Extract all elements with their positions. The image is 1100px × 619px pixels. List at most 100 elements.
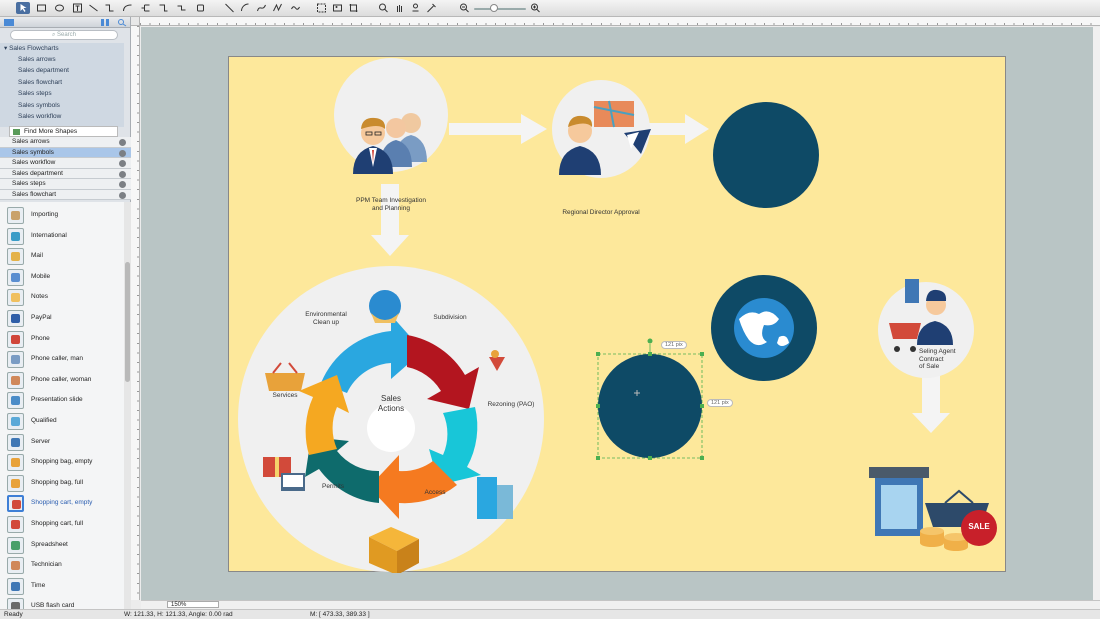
grid-view-icon[interactable]: [99, 18, 111, 27]
hand-tool-icon[interactable]: [392, 2, 406, 14]
close-library-icon[interactable]: [119, 149, 126, 157]
zoom-tool-icon[interactable]: [376, 2, 390, 14]
tree-item[interactable]: Sales symbols: [0, 100, 124, 111]
bezier-tool-icon[interactable]: [254, 2, 268, 14]
close-library-icon[interactable]: [119, 160, 126, 167]
tree-item[interactable]: Sales workflow: [0, 111, 124, 122]
shape-item[interactable]: Shopping bag, empty: [0, 452, 124, 473]
canvas-horizontal-scrollbar[interactable]: [141, 600, 1100, 609]
tree-category-sales-flowcharts[interactable]: ▾ Sales Flowcharts: [0, 43, 124, 54]
eyedropper-tool-icon[interactable]: [424, 2, 438, 14]
shape-thumbnail-icon: [7, 330, 24, 348]
chain-connector-tool-icon[interactable]: [174, 2, 188, 14]
shape-thumbnail-icon: [7, 454, 24, 472]
library-sales-arrows[interactable]: Sales arrows: [0, 137, 131, 148]
shape-label: Mail: [31, 252, 43, 260]
ppm-label-line2: and Planning: [372, 204, 410, 212]
search-placeholder: Search: [57, 32, 77, 38]
close-library-icon[interactable]: [119, 181, 126, 188]
shape-item[interactable]: Phone caller, man: [0, 349, 124, 370]
shape-thumbnail-icon: [7, 536, 24, 554]
shape-item[interactable]: Shopping bag, full: [0, 473, 124, 494]
arc-tool-icon[interactable]: [238, 2, 252, 14]
zoom-out-icon[interactable]: [457, 2, 471, 14]
fit-page-icon[interactable]: [314, 2, 328, 14]
shape-item[interactable]: Shopping cart, empty: [0, 493, 124, 514]
shape-item[interactable]: Phone: [0, 329, 124, 350]
tree-item[interactable]: Sales department: [0, 65, 124, 76]
shape-item[interactable]: Qualified: [0, 411, 124, 432]
tree-item[interactable]: Sales flowchart: [0, 77, 124, 88]
crop-icon[interactable]: [346, 2, 360, 14]
find-more-shapes-button[interactable]: Find More Shapes: [9, 126, 118, 137]
shape-item[interactable]: Mobile: [0, 267, 124, 288]
select-tool-icon[interactable]: [16, 2, 30, 14]
close-library-icon[interactable]: [119, 170, 126, 178]
scrollbar-thumb[interactable]: [125, 262, 130, 382]
library-sales-workflow[interactable]: Sales workflow: [0, 158, 131, 169]
ppm-team-label: PPM Team Investigation and Planning: [341, 197, 441, 212]
canvas-vertical-scrollbar[interactable]: [1093, 27, 1100, 600]
freehand-tool-icon[interactable]: [288, 2, 302, 14]
zoom-slider-track[interactable]: [474, 8, 526, 10]
shape-item[interactable]: Technician: [0, 555, 124, 576]
rectangle-tool-icon[interactable]: [34, 2, 48, 14]
shape-item[interactable]: Mail: [0, 246, 124, 267]
shape-item[interactable]: PayPal: [0, 308, 124, 329]
shape-thumbnail-icon: [7, 557, 24, 575]
arrow-right-1: [449, 114, 547, 144]
shape-label: International: [31, 231, 67, 239]
stamp-tool-icon[interactable]: [408, 2, 422, 14]
diagram-page[interactable]: PPM Team Investigation and Planning Regio…: [228, 56, 1006, 573]
zoom-level-field[interactable]: 150%: [167, 601, 219, 608]
environmental-line2: Clean up: [312, 318, 340, 326]
zoom-slider-knob[interactable]: [490, 4, 498, 12]
shape-label: Technician: [31, 561, 62, 569]
shape-thumbnail-icon: [7, 413, 24, 430]
library-sales-symbols[interactable]: Sales symbols: [0, 147, 131, 158]
shape-item[interactable]: Spreadsheet: [0, 535, 124, 556]
library-label: Sales workflow: [12, 159, 56, 166]
shape-item[interactable]: Time: [0, 576, 124, 597]
shape-item[interactable]: Notes: [0, 287, 124, 308]
line-tool-icon[interactable]: [222, 2, 236, 14]
sales-actions-line2: Actions: [377, 404, 405, 413]
search-toggle-icon[interactable]: [116, 18, 128, 27]
text-tool-icon[interactable]: [70, 2, 84, 14]
image-icon[interactable]: [330, 2, 344, 14]
shape-item[interactable]: Presentation slide: [0, 390, 124, 411]
library-sales-department[interactable]: Sales department: [0, 168, 131, 179]
drawing-canvas[interactable]: PPM Team Investigation and Planning Regio…: [141, 27, 1093, 600]
side-connector-tool-icon[interactable]: [156, 2, 170, 14]
shape-thumbnail-icon: [7, 248, 24, 266]
shape-item[interactable]: International: [0, 226, 124, 247]
tree-item[interactable]: Sales arrows: [0, 54, 124, 65]
shape-thumbnail-icon: [7, 495, 24, 513]
tree-item[interactable]: Sales steps: [0, 88, 124, 99]
close-library-icon[interactable]: [119, 191, 126, 199]
library-sales-flowchart[interactable]: Sales flowchart: [0, 189, 131, 200]
shape-item[interactable]: Phone caller, woman: [0, 370, 124, 391]
arrow-down-1: [371, 184, 409, 256]
shape-item[interactable]: Server: [0, 432, 124, 453]
tree-view-icon[interactable]: [3, 18, 15, 27]
shape-item[interactable]: Shopping cart, full: [0, 514, 124, 535]
shape-item[interactable]: Importing: [0, 205, 124, 226]
shape-label: Shopping bag, empty: [31, 458, 93, 466]
connector-tool-icon[interactable]: [86, 2, 100, 14]
coins-icon: [491, 350, 499, 358]
zoom-in-icon[interactable]: [528, 2, 542, 14]
container-tool-icon[interactable]: [193, 2, 207, 14]
library-sales-steps[interactable]: Sales steps: [0, 179, 131, 190]
curve-connector-tool-icon[interactable]: [120, 2, 134, 14]
library-label: Sales steps: [12, 180, 46, 187]
shape-item[interactable]: USB flash card: [0, 596, 124, 609]
search-input[interactable]: ⌕ Search: [10, 30, 118, 40]
tree-connector-tool-icon[interactable]: [138, 2, 152, 14]
ellipse-tool-icon[interactable]: [52, 2, 66, 14]
smart-connector-tool-icon[interactable]: [102, 2, 116, 14]
polyline-tool-icon[interactable]: [270, 2, 284, 14]
height-dimension-tag: 121 pix: [707, 399, 733, 407]
close-library-icon[interactable]: [119, 139, 126, 146]
shape-list-scrollbar[interactable]: [124, 202, 131, 609]
